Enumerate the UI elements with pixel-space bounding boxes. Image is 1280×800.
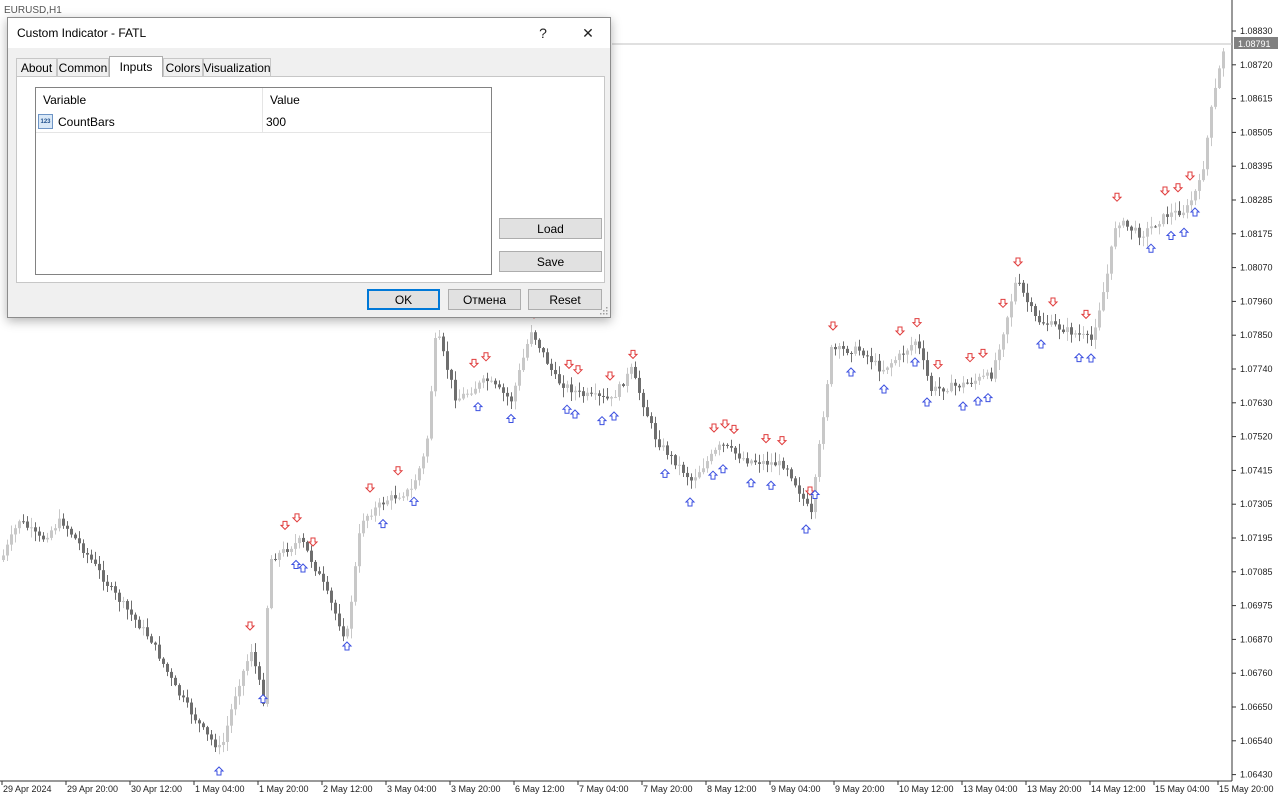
resize-grip-icon[interactable] [599,306,608,315]
price-label: 1.06650 [1240,702,1273,712]
save-button[interactable]: Save [499,251,602,272]
time-label: 1 May 04:00 [195,784,245,794]
time-label: 13 May 04:00 [963,784,1018,794]
time-label: 15 May 20:00 [1219,784,1274,794]
value-cell[interactable]: 300 [266,115,286,129]
time-label: 30 Apr 12:00 [131,784,182,794]
inputs-panel: Variable Value 123 CountBars 300 Load Sa… [16,76,605,283]
time-label: 10 May 12:00 [899,784,954,794]
price-label: 1.06540 [1240,736,1273,746]
load-button[interactable]: Load [499,218,602,239]
tab-about[interactable]: About [16,58,57,76]
time-label: 3 May 20:00 [451,784,501,794]
price-label: 1.07850 [1240,330,1273,340]
dialog-titlebar[interactable]: Custom Indicator - FATL ? ✕ [8,18,610,48]
price-label: 1.08505 [1240,127,1273,137]
time-label: 14 May 12:00 [1091,784,1146,794]
price-label: 1.06975 [1240,601,1273,611]
table-row[interactable]: 123 CountBars 300 [36,112,491,133]
current-price-label: 1.08791 [1238,39,1271,49]
time-label: 29 Apr 2024 [3,784,52,794]
price-label: 1.08720 [1240,60,1273,70]
price-label: 1.07195 [1240,533,1273,543]
tab-common[interactable]: Common [57,58,109,76]
price-label: 1.07960 [1240,296,1273,306]
price-label: 1.08175 [1240,229,1273,239]
close-button[interactable]: ✕ [566,18,610,48]
tab-colors[interactable]: Colors [163,58,203,76]
tab-inputs[interactable]: Inputs [109,56,163,77]
time-axis: 29 Apr 2024 29 Apr 20:00 30 Apr 12:00 1 May… [1,781,1274,794]
time-label: 13 May 20:00 [1027,784,1082,794]
tab-visualization[interactable]: Visualization [203,58,271,76]
price-label: 1.07740 [1240,364,1273,374]
price-label: 1.08395 [1240,161,1273,171]
price-label: 1.08285 [1240,195,1273,205]
ok-button[interactable]: OK [367,289,440,310]
price-label: 1.06430 [1240,770,1273,780]
price-label: 1.08615 [1240,94,1273,104]
price-label: 1.07305 [1240,499,1273,509]
price-label: 1.08830 [1240,26,1273,36]
price-label: 1.06870 [1240,634,1273,644]
reset-button[interactable]: Reset [528,289,602,310]
dialog-title: Custom Indicator - FATL [17,26,147,40]
time-label: 8 May 12:00 [707,784,757,794]
price-label: 1.06760 [1240,668,1273,678]
price-label: 1.07085 [1240,567,1273,577]
time-label: 1 May 20:00 [259,784,309,794]
price-label: 1.07630 [1240,398,1273,408]
column-header-variable[interactable]: Variable [36,88,262,112]
custom-indicator-dialog: Custom Indicator - FATL ? ✕ About Common… [7,17,611,318]
time-label: 6 May 12:00 [515,784,565,794]
integer-param-icon: 123 [38,114,53,129]
time-label: 29 Apr 20:00 [67,784,118,794]
symbol-label: EURUSD,H1 [4,5,62,16]
time-label: 9 May 20:00 [835,784,885,794]
variable-cell: CountBars [58,115,115,129]
help-button[interactable]: ? [521,18,565,48]
time-label: 9 May 04:00 [771,784,821,794]
time-label: 7 May 04:00 [579,784,629,794]
price-label: 1.07520 [1240,432,1273,442]
time-label: 2 May 12:00 [323,784,373,794]
column-header-value[interactable]: Value [263,88,491,112]
cancel-button[interactable]: Отмена [448,289,521,310]
time-label: 7 May 20:00 [643,784,693,794]
price-label: 1.07415 [1240,465,1273,475]
price-label: 1.08070 [1240,263,1273,273]
time-label: 3 May 04:00 [387,784,437,794]
price-axis: 1.08830 1.08720 1.08615 1.08505 1.08395 1.082… [1232,26,1273,780]
inputs-grid: Variable Value 123 CountBars 300 [35,87,492,275]
time-label: 15 May 04:00 [1155,784,1210,794]
